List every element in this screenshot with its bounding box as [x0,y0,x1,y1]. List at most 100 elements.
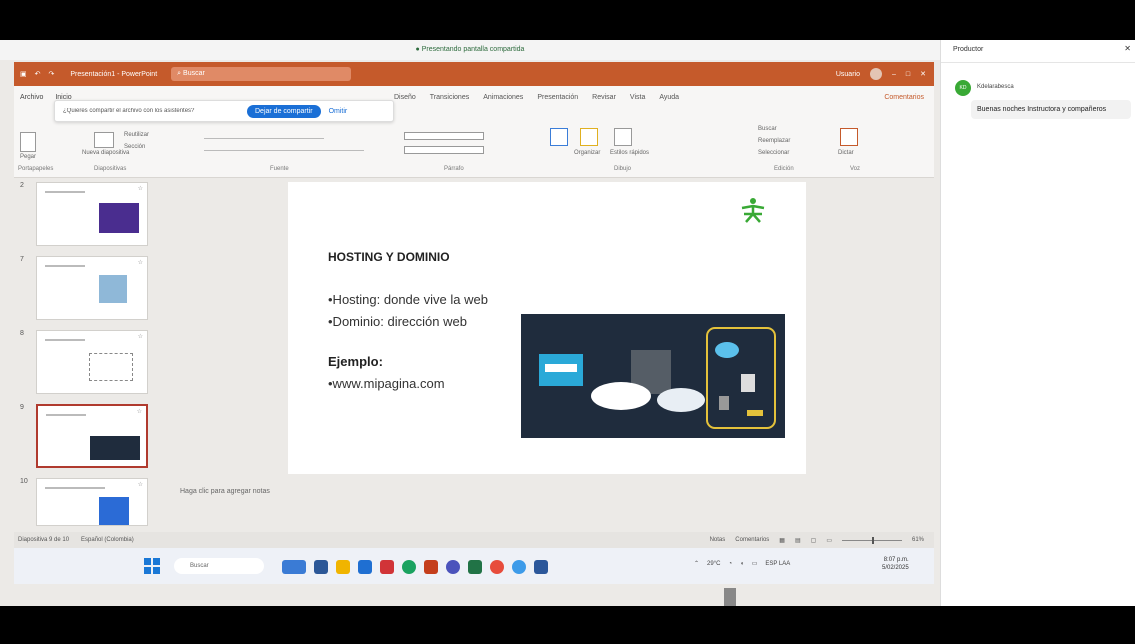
slideshow-icon[interactable]: ▭ [826,537,832,544]
comments-toggle[interactable]: Comentarios [735,537,769,543]
minimize-icon[interactable]: – [892,71,896,78]
stop-sharing-button[interactable]: Dejar de compartir [247,104,321,118]
thumb-number: 2 [20,182,24,189]
thumb-image [99,497,129,525]
chat-sender: Kdelarabesca [977,84,1014,90]
arrange-icon[interactable] [580,128,598,146]
tab-file[interactable]: Archivo [20,94,43,101]
tab-transitions[interactable]: Transiciones [430,94,469,101]
office-icon[interactable] [380,560,394,574]
close-icon[interactable]: ✕ [920,70,926,78]
save-icon[interactable]: ▣ [20,70,27,78]
font-row[interactable] [204,138,324,139]
dismiss-link[interactable]: Omitir [329,108,348,115]
avatar[interactable] [869,68,882,80]
file-explorer-icon[interactable] [336,560,350,574]
shapes-icon[interactable] [550,128,568,146]
comments-button[interactable]: Comentarios [884,94,924,101]
group-label-drawing: Dibujo [614,166,632,172]
wifi-icon[interactable]: ◔ [728,561,732,567]
slide-thumbnail-selected[interactable]: ☆ [36,404,148,468]
mouse-cursor [724,588,736,606]
window-title: Presentación1 - PowerPoint [70,70,158,78]
app-icon[interactable] [490,560,504,574]
tab-animations[interactable]: Animaciones [483,94,523,101]
hosting-illustration-svg [539,327,776,429]
thumb-number: 9 [20,404,24,411]
taskbar-search[interactable]: Buscar [174,558,264,574]
volume-icon[interactable]: ◖ [740,561,744,567]
font-format-row[interactable] [204,150,364,151]
task-view-icon[interactable] [314,560,328,574]
undo-icon[interactable]: ↶ [35,70,41,78]
tab-slideshow[interactable]: Presentación [537,94,578,101]
thumb-image [89,353,133,381]
slide-thumbnail[interactable]: ☆ [36,330,148,394]
select-button[interactable]: Seleccionar [758,150,789,156]
zoom-slider[interactable] [841,536,902,544]
paragraph-row-1[interactable] [404,132,484,140]
normal-view-icon[interactable]: ▦ [779,537,785,544]
zoom-slider-thumb[interactable] [871,536,874,544]
zoom-level[interactable]: 61% [912,537,924,543]
slide-sorter-icon[interactable]: ▤ [795,537,801,544]
find-button[interactable]: Buscar [758,126,777,132]
battery-icon[interactable]: ▭ [752,560,758,567]
search-placeholder: Buscar [183,70,205,77]
banner-text: ¿Quieres compartir el archivo con los as… [63,108,195,114]
ribbon-tabs-right: Diseño Transiciones Animaciones Presenta… [394,94,679,101]
slide-counter: Diapositiva 9 de 10 [18,537,70,543]
reading-view-icon[interactable]: ▢ [811,537,817,544]
windows-taskbar: Buscar ⌃ 29°C ◔ ◖ ▭ ESP LAA 8:07 p.m. 5/… [14,548,934,584]
quick-styles-label: Estilos rápidos [610,150,650,156]
tab-help[interactable]: Ayuda [659,94,679,101]
new-slide-icon[interactable] [94,132,114,148]
windows-start-icon[interactable] [144,558,160,574]
paste-icon[interactable] [20,132,36,152]
powerpoint-icon[interactable] [424,560,438,574]
dictate-icon[interactable] [840,128,858,146]
replace-button[interactable]: Reemplazar [758,138,790,144]
browser-icon[interactable] [512,560,526,574]
quick-styles-icon[interactable] [614,128,632,146]
close-icon[interactable]: ✕ [1124,44,1131,53]
chevron-up-icon[interactable]: ⌃ [694,560,699,567]
section-button[interactable]: Sección [124,144,145,150]
tab-design[interactable]: Diseño [394,94,416,101]
search-box[interactable]: ⌕ Buscar [171,67,352,81]
taskbar-search-placeholder: Buscar [190,563,209,569]
edge-icon[interactable] [358,560,372,574]
tab-view[interactable]: Vista [630,94,645,101]
maximize-icon[interactable]: □ [906,71,910,78]
thumb-number: 8 [20,330,24,337]
chat-header: Productor [953,46,984,53]
weather-text[interactable]: 29°C [707,561,720,567]
share-indicator-bar: ● Presentando pantalla compartida [0,40,940,60]
avatar: KD [955,80,971,96]
new-slide-label: Nueva diapositiva [82,150,130,156]
language-indicator[interactable]: Español (Colombia) [81,537,134,543]
language-text[interactable]: ESP LAA [765,561,790,567]
powerpoint-titlebar: ▣ ↶ ↷ Presentación1 - PowerPoint ⌕ Busca… [14,62,934,86]
slide-thumbnail[interactable]: ☆ [36,182,148,246]
teams-icon[interactable] [446,560,460,574]
notes-toggle[interactable]: Notas [710,537,726,543]
widgets-icon[interactable] [282,560,306,574]
excel-icon[interactable] [468,560,482,574]
chat-divider [941,62,1135,63]
slide-canvas[interactable]: HOSTING Y DOMINIO •Hosting: donde vive l… [288,182,806,474]
reuse-button[interactable]: Reutilizar [124,132,149,138]
redo-icon[interactable]: ↷ [49,70,55,78]
notes-area[interactable]: Haga clic para agregar notas [180,488,270,495]
slide-thumbnail[interactable]: ☆ [36,256,148,320]
chrome-icon[interactable] [402,560,416,574]
slide-thumbnail[interactable]: ☆ [36,478,148,526]
taskbar-clock[interactable]: 8:07 p.m. 5/02/2025 [882,556,909,572]
user-name[interactable]: Usuario [836,71,860,78]
sena-logo-svg [741,198,765,223]
group-label-editing: Edición [774,166,794,172]
paragraph-row-2[interactable] [404,146,484,154]
word-icon[interactable] [534,560,548,574]
tab-review[interactable]: Revisar [592,94,616,101]
group-label-voice: Voz [850,166,861,172]
